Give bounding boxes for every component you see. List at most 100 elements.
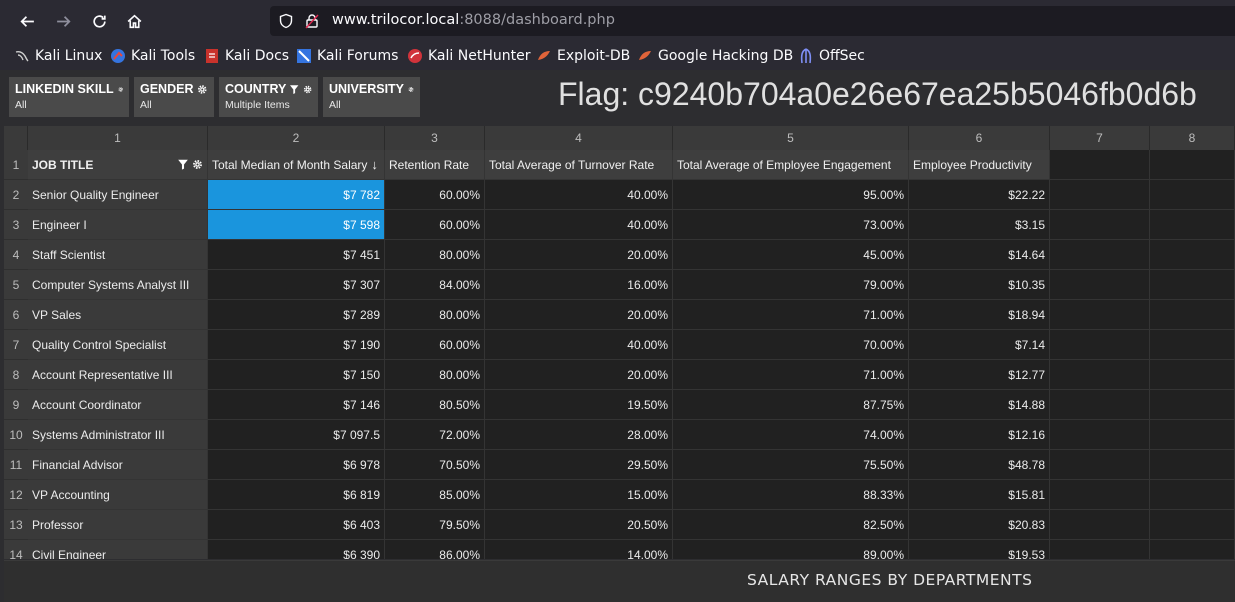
salary-cell[interactable]: $7 146 (208, 390, 385, 420)
filter-university[interactable]: UNIVERSITY All (323, 77, 420, 117)
job-title-cell[interactable]: Financial Advisor (28, 450, 208, 480)
empty-cell[interactable] (1050, 540, 1150, 559)
job-title-cell[interactable]: Quality Control Specialist (28, 330, 208, 360)
bookmark-kali-docs[interactable]: Kali Docs (204, 46, 289, 66)
bookmark-kali-forums[interactable]: Kali Forums (296, 46, 398, 66)
bookmark-google-hacking-db[interactable]: Google Hacking DB (637, 46, 793, 66)
column-number-header[interactable]: 3 (385, 126, 485, 150)
column-number-header[interactable]: 5 (673, 126, 909, 150)
salary-cell[interactable]: $7 097.5 (208, 420, 385, 450)
empty-cell[interactable] (1150, 390, 1235, 420)
retention-cell[interactable]: 85.00% (385, 480, 485, 510)
turnover-cell[interactable]: 16.00% (485, 270, 673, 300)
column-number-header[interactable]: 7 (1050, 126, 1150, 150)
job-title-cell[interactable]: VP Accounting (28, 480, 208, 510)
gear-icon[interactable] (192, 159, 203, 170)
turnover-cell[interactable]: 29.50% (485, 450, 673, 480)
salary-cell[interactable]: $7 150 (208, 360, 385, 390)
forward-button[interactable] (50, 8, 76, 34)
retention-cell[interactable]: 80.00% (385, 240, 485, 270)
median-salary-header[interactable]: Total Median of Month Salary ↓ (208, 150, 385, 180)
turnover-cell[interactable]: 20.00% (485, 240, 673, 270)
turnover-cell[interactable]: 40.00% (485, 330, 673, 360)
retention-cell[interactable]: 79.50% (385, 510, 485, 540)
job-title-cell[interactable]: Computer Systems Analyst III (28, 270, 208, 300)
engagement-cell[interactable]: 73.00% (673, 210, 909, 240)
gear-icon[interactable] (408, 84, 414, 95)
empty-cell[interactable] (1150, 540, 1235, 559)
productivity-header[interactable]: Employee Productivity (909, 150, 1050, 180)
productivity-cell[interactable]: $10.35 (909, 270, 1050, 300)
productivity-cell[interactable]: $15.81 (909, 480, 1050, 510)
job-title-header[interactable]: JOB TITLE (28, 150, 208, 180)
engagement-cell[interactable]: 74.00% (673, 420, 909, 450)
retention-cell[interactable]: 80.00% (385, 360, 485, 390)
turnover-cell[interactable]: 14.00% (485, 540, 673, 559)
retention-cell[interactable]: 60.00% (385, 180, 485, 210)
column-number-header[interactable]: 1 (28, 126, 208, 150)
empty-cell[interactable] (1150, 240, 1235, 270)
empty-cell[interactable] (1050, 210, 1150, 240)
empty-cell[interactable] (1150, 270, 1235, 300)
turnover-cell[interactable]: 40.00% (485, 180, 673, 210)
empty-cell[interactable] (1050, 450, 1150, 480)
empty-cell[interactable] (1050, 330, 1150, 360)
retention-cell[interactable]: 84.00% (385, 270, 485, 300)
empty-cell[interactable] (1050, 180, 1150, 210)
engagement-cell[interactable]: 71.00% (673, 300, 909, 330)
column-number-header[interactable]: 6 (909, 126, 1050, 150)
retention-cell[interactable]: 86.00% (385, 540, 485, 559)
empty-cell[interactable] (1150, 480, 1235, 510)
productivity-cell[interactable]: $12.16 (909, 420, 1050, 450)
retention-cell[interactable]: 72.00% (385, 420, 485, 450)
column-number-header[interactable]: 8 (1150, 126, 1235, 150)
salary-cell[interactable]: $6 403 (208, 510, 385, 540)
productivity-cell[interactable]: $12.77 (909, 360, 1050, 390)
retention-cell[interactable]: 60.00% (385, 330, 485, 360)
turnover-cell[interactable]: 40.00% (485, 210, 673, 240)
empty-cell[interactable] (1150, 420, 1235, 450)
turnover-cell[interactable]: 15.00% (485, 480, 673, 510)
back-button[interactable] (14, 8, 40, 34)
engagement-cell[interactable]: 89.00% (673, 540, 909, 559)
empty-cell[interactable] (1150, 450, 1235, 480)
salary-cell[interactable]: $7 190 (208, 330, 385, 360)
job-title-cell[interactable]: Senior Quality Engineer (28, 180, 208, 210)
url-text[interactable]: www.trilocor.local:8088/dashboard.php (332, 12, 615, 28)
turnover-cell[interactable]: 20.00% (485, 360, 673, 390)
retention-cell[interactable]: 80.00% (385, 300, 485, 330)
empty-cell[interactable] (1150, 300, 1235, 330)
productivity-cell[interactable]: $48.78 (909, 450, 1050, 480)
empty-cell[interactable] (1050, 420, 1150, 450)
sort-descending-icon[interactable]: ↓ (371, 157, 378, 172)
empty-cell[interactable] (1050, 360, 1150, 390)
empty-cell[interactable] (1050, 480, 1150, 510)
job-title-cell[interactable]: Account Coordinator (28, 390, 208, 420)
job-title-cell[interactable]: VP Sales (28, 300, 208, 330)
filter-linkedin-skill[interactable]: LINKEDIN SKILL All (9, 77, 129, 117)
filter-country[interactable]: COUNTRY Multiple Items (219, 77, 318, 117)
home-button[interactable] (121, 8, 147, 34)
turnover-rate-header[interactable]: Total Average of Turnover Rate (485, 150, 673, 180)
filter-gender[interactable]: GENDER All (134, 77, 214, 117)
salary-cell[interactable]: $7 307 (208, 270, 385, 300)
engagement-header[interactable]: Total Average of Employee Engagement (673, 150, 909, 180)
empty-cell[interactable] (1150, 180, 1235, 210)
productivity-cell[interactable]: $14.88 (909, 390, 1050, 420)
turnover-cell[interactable]: 19.50% (485, 390, 673, 420)
empty-cell[interactable] (1050, 300, 1150, 330)
turnover-cell[interactable]: 28.00% (485, 420, 673, 450)
bookmark-kali-nethunter[interactable]: Kali NetHunter (407, 46, 530, 66)
bookmark-kali-tools[interactable]: Kali Tools (110, 46, 195, 66)
shield-icon[interactable] (278, 13, 294, 29)
engagement-cell[interactable]: 71.00% (673, 360, 909, 390)
salary-cell[interactable]: $7 451 (208, 240, 385, 270)
job-title-cell[interactable]: Engineer I (28, 210, 208, 240)
productivity-cell[interactable]: $14.64 (909, 240, 1050, 270)
job-title-cell[interactable]: Account Representative III (28, 360, 208, 390)
bookmark-offsec[interactable]: OffSec (798, 46, 865, 66)
empty-cell[interactable] (1050, 270, 1150, 300)
empty-cell[interactable] (1050, 390, 1150, 420)
engagement-cell[interactable]: 45.00% (673, 240, 909, 270)
engagement-cell[interactable]: 75.50% (673, 450, 909, 480)
